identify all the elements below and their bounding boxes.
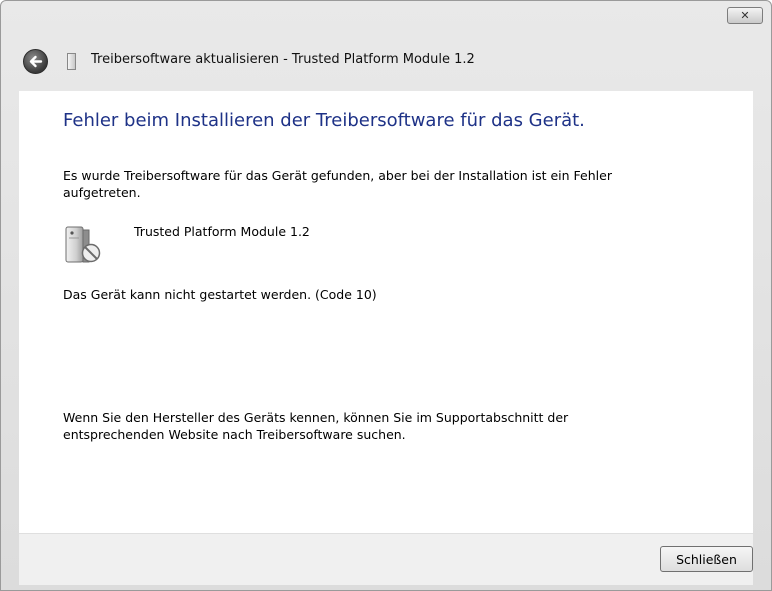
- back-arrow-icon: [29, 55, 43, 68]
- window-close-button[interactable]: ✕: [727, 7, 763, 24]
- content-area: Fehler beim Installieren der Treibersoft…: [19, 91, 753, 533]
- window-title: Treibersoftware aktualisieren - Trusted …: [91, 52, 475, 67]
- dialog-window: ✕ Treibersoftware aktualisieren - Truste…: [0, 0, 772, 591]
- error-description: Es wurde Treibersoftware für das Gerät g…: [63, 168, 612, 200]
- close-button[interactable]: Schließen: [660, 546, 753, 572]
- device-small-icon: [67, 53, 76, 70]
- error-code-text: Das Gerät kann nicht gestartet werden. (…: [63, 287, 377, 302]
- back-button[interactable]: [23, 49, 48, 74]
- dialog-footer: Schließen: [19, 533, 753, 585]
- error-heading: Fehler beim Installieren der Treibersoft…: [63, 110, 585, 131]
- help-text: Wenn Sie den Hersteller des Geräts kenne…: [63, 410, 569, 442]
- close-icon: ✕: [740, 9, 750, 22]
- device-error-icon: [65, 226, 101, 263]
- title-bar: ✕ Treibersoftware aktualisieren - Truste…: [1, 1, 771, 91]
- device-name: Trusted Platform Module 1.2: [134, 224, 310, 239]
